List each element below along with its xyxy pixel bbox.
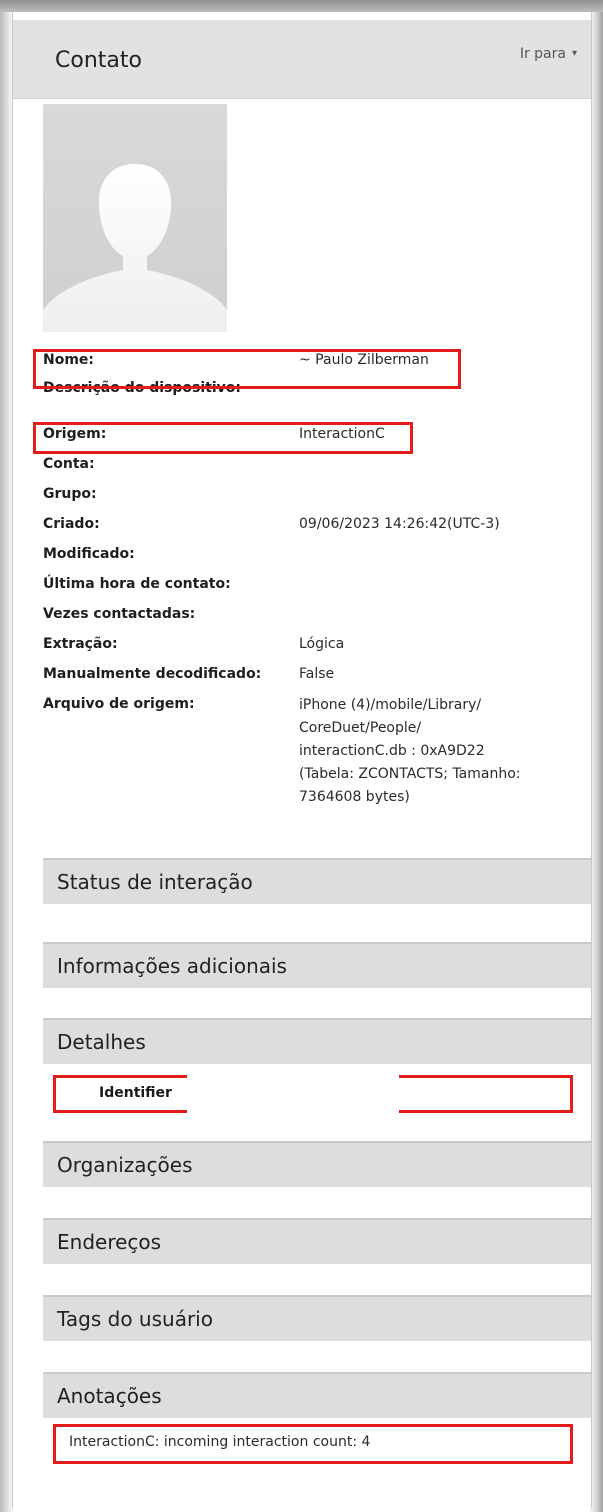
section-interaction-status[interactable]: Status de interação (43, 858, 591, 904)
contact-panel: Contato Ir para ▾ Nome: ~ Paulo Zilberman… (12, 12, 592, 1508)
goto-menu-button[interactable]: Ir para ▾ (520, 46, 577, 62)
field-label: Vezes contactadas: (43, 606, 196, 622)
section-title: Tags do usuário (57, 1307, 213, 1331)
field-label: Modificado: (43, 546, 135, 562)
field-row-modified: Modificado: (43, 542, 583, 568)
field-label: Conta: (43, 456, 95, 472)
highlight-box-origin (33, 422, 413, 454)
section-title: Anotações (57, 1384, 162, 1408)
field-row-last-contact: Última hora de contato: (43, 572, 583, 598)
field-row-manually-decoded: Manualmente decodificado: False (43, 662, 583, 688)
source-file-line: (Tabela: ZCONTACTS; Tamanho: (299, 766, 521, 782)
highlight-box-name (33, 349, 461, 389)
panel-header: Contato Ir para ▾ (13, 20, 591, 99)
source-file-line: 7364608 bytes) (299, 789, 410, 805)
source-file-line: CoreDuet/People/ (299, 720, 422, 736)
field-label: Arquivo de origem: (43, 696, 195, 712)
section-user-tags[interactable]: Tags do usuário (43, 1295, 591, 1341)
source-file-line: interactionC.db : 0xA9D22 (299, 743, 485, 759)
field-label: Criado: (43, 516, 100, 532)
source-file-line: iPhone (4)/mobile/Library/ (299, 697, 482, 713)
section-additional-info[interactable]: Informações adicionais (43, 942, 591, 988)
field-label: Última hora de contato: (43, 576, 231, 592)
section-title: Informações adicionais (57, 954, 287, 978)
field-row-source-file: Arquivo de origem: iPhone (4)/mobile/Lib… (43, 692, 583, 832)
field-row-account: Conta: (43, 452, 583, 478)
contact-avatar (43, 104, 227, 332)
annotation-text: InteractionC: incoming interaction count… (69, 1434, 371, 1450)
section-title: Organizações (57, 1153, 193, 1177)
field-value: 09/06/2023 14:26:42(UTC-3) (299, 516, 500, 532)
field-label: Manualmente decodificado: (43, 666, 262, 682)
section-details[interactable]: Detalhes (43, 1018, 591, 1064)
section-organizations[interactable]: Organizações (43, 1141, 591, 1187)
section-title: Detalhes (57, 1030, 146, 1054)
details-identifier-label: Identifier (99, 1085, 172, 1101)
field-row-times-contacted: Vezes contactadas: (43, 602, 583, 628)
field-label: Grupo: (43, 486, 97, 502)
section-annotations[interactable]: Anotações (43, 1372, 591, 1418)
section-addresses[interactable]: Endereços (43, 1218, 591, 1264)
identifier-redaction (187, 1074, 399, 1118)
chevron-down-icon: ▾ (571, 48, 577, 59)
page-title: Contato (55, 48, 142, 73)
field-row-created: Criado: 09/06/2023 14:26:42(UTC-3) (43, 512, 583, 538)
goto-label: Ir para (519, 46, 566, 62)
field-label: Extração: (43, 636, 118, 652)
field-value-source-file[interactable]: iPhone (4)/mobile/Library/ CoreDuet/Peop… (299, 694, 521, 809)
field-row-group: Grupo: (43, 482, 583, 508)
field-row-extraction: Extração: Lógica (43, 632, 583, 658)
section-title: Endereços (57, 1230, 162, 1254)
window-top-edge (0, 0, 603, 12)
field-value: Lógica (299, 636, 345, 652)
field-value: False (299, 666, 335, 682)
person-silhouette-icon (43, 164, 227, 332)
section-title: Status de interação (57, 870, 253, 894)
